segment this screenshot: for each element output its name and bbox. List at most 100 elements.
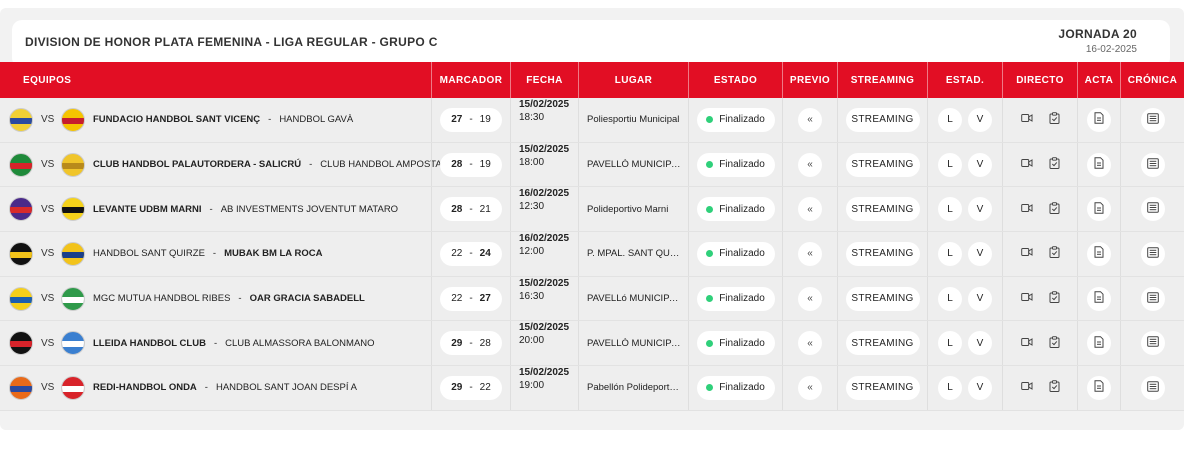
cronica-button[interactable] <box>1140 197 1165 222</box>
away-team-name[interactable]: HANDBOL GAVÀ <box>279 114 353 125</box>
previo-button[interactable]: « <box>798 197 822 222</box>
estad-local-button[interactable]: L <box>938 331 962 356</box>
estad-local-button[interactable]: L <box>938 286 962 311</box>
score-pill[interactable]: 29-22 <box>440 375 502 400</box>
previo-button[interactable]: « <box>798 107 822 132</box>
previo-button[interactable]: « <box>798 286 822 311</box>
clipboard-check-icon[interactable] <box>1049 291 1060 306</box>
previo-button[interactable]: « <box>798 241 822 266</box>
video-camera-icon[interactable] <box>1020 247 1033 260</box>
table-row[interactable]: VS LLEIDA HANDBOL CLUB - CLUB ALMASSORA BA… <box>0 321 1184 367</box>
streaming-button[interactable]: STREAMING <box>845 241 920 266</box>
estad-visitor-button[interactable]: V <box>968 286 992 311</box>
status-dot-icon <box>706 295 714 303</box>
clipboard-check-icon[interactable] <box>1049 201 1060 217</box>
streaming-button[interactable]: STREAMING <box>845 286 920 311</box>
score-pill[interactable]: 29-28 <box>440 331 502 356</box>
away-team-name[interactable]: HANDBOL SANT JOAN DESPÍ A <box>216 382 357 393</box>
estad-visitor-button[interactable]: V <box>968 241 992 266</box>
teams-cell: VS FUNDACIO HANDBOL SANT VICENÇ - HANDBOL … <box>0 98 431 142</box>
col-cronica: CRÓNICA <box>1120 62 1184 98</box>
cronica-button[interactable] <box>1140 152 1165 177</box>
score-pill[interactable]: 28-19 <box>440 152 502 177</box>
clipboard-check-icon[interactable] <box>1049 380 1060 395</box>
estad-visitor-button[interactable]: V <box>968 197 992 222</box>
away-team-name[interactable]: MUBAK BM LA ROCA <box>224 248 322 259</box>
streaming-button[interactable]: STREAMING <box>845 152 920 177</box>
home-score: 29 <box>451 337 463 349</box>
video-camera-icon[interactable] <box>1020 292 1033 305</box>
table-row[interactable]: VS HANDBOL SANT QUIRZE - MUBAK BM LA ROCA … <box>0 232 1184 277</box>
cronica-cell <box>1120 321 1184 366</box>
acta-button[interactable] <box>1087 152 1111 177</box>
cronica-cell <box>1120 232 1184 276</box>
table-row[interactable]: VS REDI-HANDBOL ONDA - HANDBOL SANT JOAN D… <box>0 366 1184 411</box>
acta-button[interactable] <box>1087 375 1111 400</box>
home-team-name[interactable]: HANDBOL SANT QUIRZE <box>93 248 205 259</box>
away-team-name[interactable]: CLUB ALMASSORA BALONMANO <box>225 338 374 349</box>
previo-button[interactable]: « <box>798 152 822 177</box>
video-camera-icon[interactable] <box>1020 203 1033 216</box>
streaming-button[interactable]: STREAMING <box>845 331 920 356</box>
cronica-button[interactable] <box>1140 107 1165 132</box>
table-header: EQUIPOS MARCADOR FECHA LUGAR ESTADO PREV… <box>0 62 1184 98</box>
estad-local-button[interactable]: L <box>938 375 962 400</box>
cronica-button[interactable] <box>1140 286 1165 311</box>
home-team-name[interactable]: LLEIDA HANDBOL CLUB <box>93 338 206 349</box>
score-pill[interactable]: 22-24 <box>440 241 502 266</box>
score-separator: - <box>469 382 473 394</box>
estad-visitor-button[interactable]: V <box>968 152 992 177</box>
venue-cell: PAVELLÓ MUNICIPAL DE <box>578 321 688 366</box>
table-row[interactable]: VS LEVANTE UDBM MARNI - AB INVESTMENTS JOV… <box>0 187 1184 233</box>
estad-visitor-button[interactable]: V <box>968 375 992 400</box>
teams-cell: VS MGC MUTUA HANDBOL RIBES - OAR GRACIA SA… <box>0 277 431 321</box>
table-row[interactable]: VS MGC MUTUA HANDBOL RIBES - OAR GRACIA SA… <box>0 276 1184 322</box>
cronica-button[interactable] <box>1140 331 1165 356</box>
clipboard-check-icon[interactable] <box>1049 335 1060 351</box>
acta-button[interactable] <box>1087 286 1111 311</box>
clipboard-check-icon[interactable] <box>1049 112 1060 127</box>
estad-local-button[interactable]: L <box>938 197 962 222</box>
clipboard-check-icon[interactable] <box>1049 246 1060 261</box>
table-row[interactable]: VS CLUB HANDBOL PALAUTORDERA - SALICRÚ - C… <box>0 142 1184 188</box>
home-team-name[interactable]: LEVANTE UDBM MARNI <box>93 204 202 215</box>
directo-cell <box>1002 142 1077 187</box>
cronica-button[interactable] <box>1140 241 1165 266</box>
video-camera-icon[interactable] <box>1020 381 1033 394</box>
status-text: Finalizado <box>719 293 765 305</box>
estad-local-button[interactable]: L <box>938 241 962 266</box>
video-camera-icon[interactable] <box>1020 337 1033 350</box>
estad-local-button[interactable]: L <box>938 107 962 132</box>
previo-cell: « <box>782 321 837 366</box>
score-pill[interactable]: 28-21 <box>440 197 502 222</box>
previo-button[interactable]: « <box>798 331 822 356</box>
acta-button[interactable] <box>1087 197 1111 222</box>
status-cell: Finalizado <box>688 232 782 276</box>
estad-local-button[interactable]: L <box>938 152 962 177</box>
previo-button[interactable]: « <box>798 375 822 400</box>
estad-visitor-button[interactable]: V <box>968 107 992 132</box>
acta-button[interactable] <box>1087 241 1111 266</box>
match-time: 16:30 <box>519 290 545 302</box>
away-team-name[interactable]: CLUB HANDBOL AMPOSTA <box>320 159 441 170</box>
acta-button[interactable] <box>1087 331 1111 356</box>
acta-button[interactable] <box>1087 107 1111 132</box>
table-row[interactable]: VS FUNDACIO HANDBOL SANT VICENÇ - HANDBOL … <box>0 98 1184 143</box>
video-camera-icon[interactable] <box>1020 158 1033 171</box>
clipboard-check-icon[interactable] <box>1049 157 1060 172</box>
away-team-name[interactable]: AB INVESTMENTS JOVENTUT MATARO <box>221 204 398 215</box>
score-pill[interactable]: 27-19 <box>440 107 502 132</box>
cronica-button[interactable] <box>1140 375 1165 400</box>
home-team-name[interactable]: MGC MUTUA HANDBOL RIBES <box>93 293 230 304</box>
score-pill[interactable]: 22-27 <box>440 286 502 311</box>
home-team-name[interactable]: CLUB HANDBOL PALAUTORDERA - SALICRÚ <box>93 159 301 170</box>
home-crest-icon <box>9 286 33 311</box>
home-team-name[interactable]: FUNDACIO HANDBOL SANT VICENÇ <box>93 114 260 125</box>
home-team-name[interactable]: REDI-HANDBOL ONDA <box>93 382 197 393</box>
away-team-name[interactable]: OAR GRACIA SABADELL <box>250 293 365 304</box>
video-camera-icon[interactable] <box>1020 113 1033 126</box>
streaming-button[interactable]: STREAMING <box>845 107 920 132</box>
estad-visitor-button[interactable]: V <box>968 331 992 356</box>
streaming-button[interactable]: STREAMING <box>845 197 920 222</box>
streaming-button[interactable]: STREAMING <box>845 375 920 400</box>
